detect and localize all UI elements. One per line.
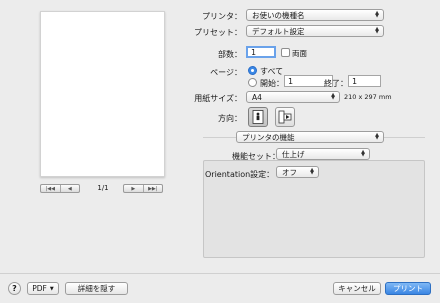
page-nav-back-group: |◀◀ ◀ — [40, 184, 80, 193]
two-sided-label: 両面 — [292, 49, 307, 58]
footer-divider — [0, 273, 440, 274]
updown-arrows-icon: ▲ ▼ — [375, 10, 379, 19]
paper-size-select[interactable]: A4 ▲ ▼ — [246, 91, 340, 103]
presets-select[interactable]: デフォルト設定 ▲ ▼ — [246, 25, 384, 37]
orientation-setting-select[interactable]: オフ ▲ ▼ — [276, 166, 319, 178]
pages-from-label: 開始： — [260, 79, 284, 88]
updown-arrows-icon: ▲ ▼ — [361, 149, 365, 158]
orientation-label: 方向： — [218, 114, 242, 123]
orientation-setting-label: Orientation設定： — [205, 170, 275, 179]
first-page-button[interactable]: |◀◀ — [41, 186, 60, 192]
presets-select-value: デフォルト設定 — [252, 26, 305, 36]
updown-arrows-icon: ▲ ▼ — [331, 92, 335, 101]
two-sided-checkbox[interactable] — [281, 48, 290, 57]
printer-label: プリンタ： — [202, 12, 242, 21]
page-indicator: 1/1 — [97, 184, 109, 192]
feature-set-select[interactable]: 仕上げ ▲ ▼ — [276, 148, 370, 160]
page-nav-forward-group: ▶ ▶▶| — [123, 184, 163, 193]
pages-all-label: すべて — [260, 67, 284, 76]
landscape-orientation-button[interactable] — [275, 107, 295, 127]
pages-label: ページ： — [210, 68, 242, 77]
landscape-page-icon — [278, 110, 292, 124]
pages-to-label: 終了： — [324, 79, 348, 88]
hide-details-button[interactable]: 詳細を隠す — [65, 282, 128, 295]
feature-set-value: 仕上げ — [282, 149, 305, 159]
printer-select[interactable]: お使いの機種名 ▲ ▼ — [246, 9, 384, 21]
pages-all-radio[interactable] — [248, 66, 257, 75]
pages-range-radio[interactable] — [248, 78, 257, 87]
presets-label: プリセット： — [194, 28, 242, 37]
section-select[interactable]: プリンタの機能 ▲ ▼ — [236, 131, 384, 143]
section-select-value: プリンタの機能 — [242, 132, 295, 142]
pages-to-field[interactable]: 1 — [348, 75, 381, 87]
chevron-down-icon: ▼ — [49, 285, 54, 292]
orientation-setting-value: オフ — [282, 167, 297, 177]
paper-dimensions: 210 x 297 mm — [344, 93, 392, 101]
updown-arrows-icon: ▲ ▼ — [310, 167, 314, 176]
print-button[interactable]: プリント — [385, 282, 431, 295]
cancel-button[interactable]: キャンセル — [333, 282, 381, 295]
updown-arrows-icon: ▲ ▼ — [375, 132, 379, 141]
updown-arrows-icon: ▲ ▼ — [375, 26, 379, 35]
copies-label: 部数： — [218, 50, 242, 59]
previous-page-button[interactable]: ◀ — [61, 186, 80, 192]
last-page-button[interactable]: ▶▶| — [144, 186, 163, 192]
copies-field[interactable]: 1 — [246, 46, 276, 58]
next-page-button[interactable]: ▶ — [124, 186, 143, 192]
portrait-page-icon — [252, 110, 264, 124]
paper-size-value: A4 — [252, 92, 262, 102]
pdf-menu-button[interactable]: PDF ▼ — [27, 282, 59, 295]
printer-select-value: お使いの機種名 — [252, 10, 305, 20]
print-preview-page — [40, 11, 165, 177]
help-button[interactable]: ? — [8, 282, 21, 295]
pdf-button-label: PDF — [32, 284, 47, 293]
paper-size-label: 用紙サイズ： — [194, 94, 242, 103]
portrait-orientation-button[interactable] — [248, 107, 268, 127]
